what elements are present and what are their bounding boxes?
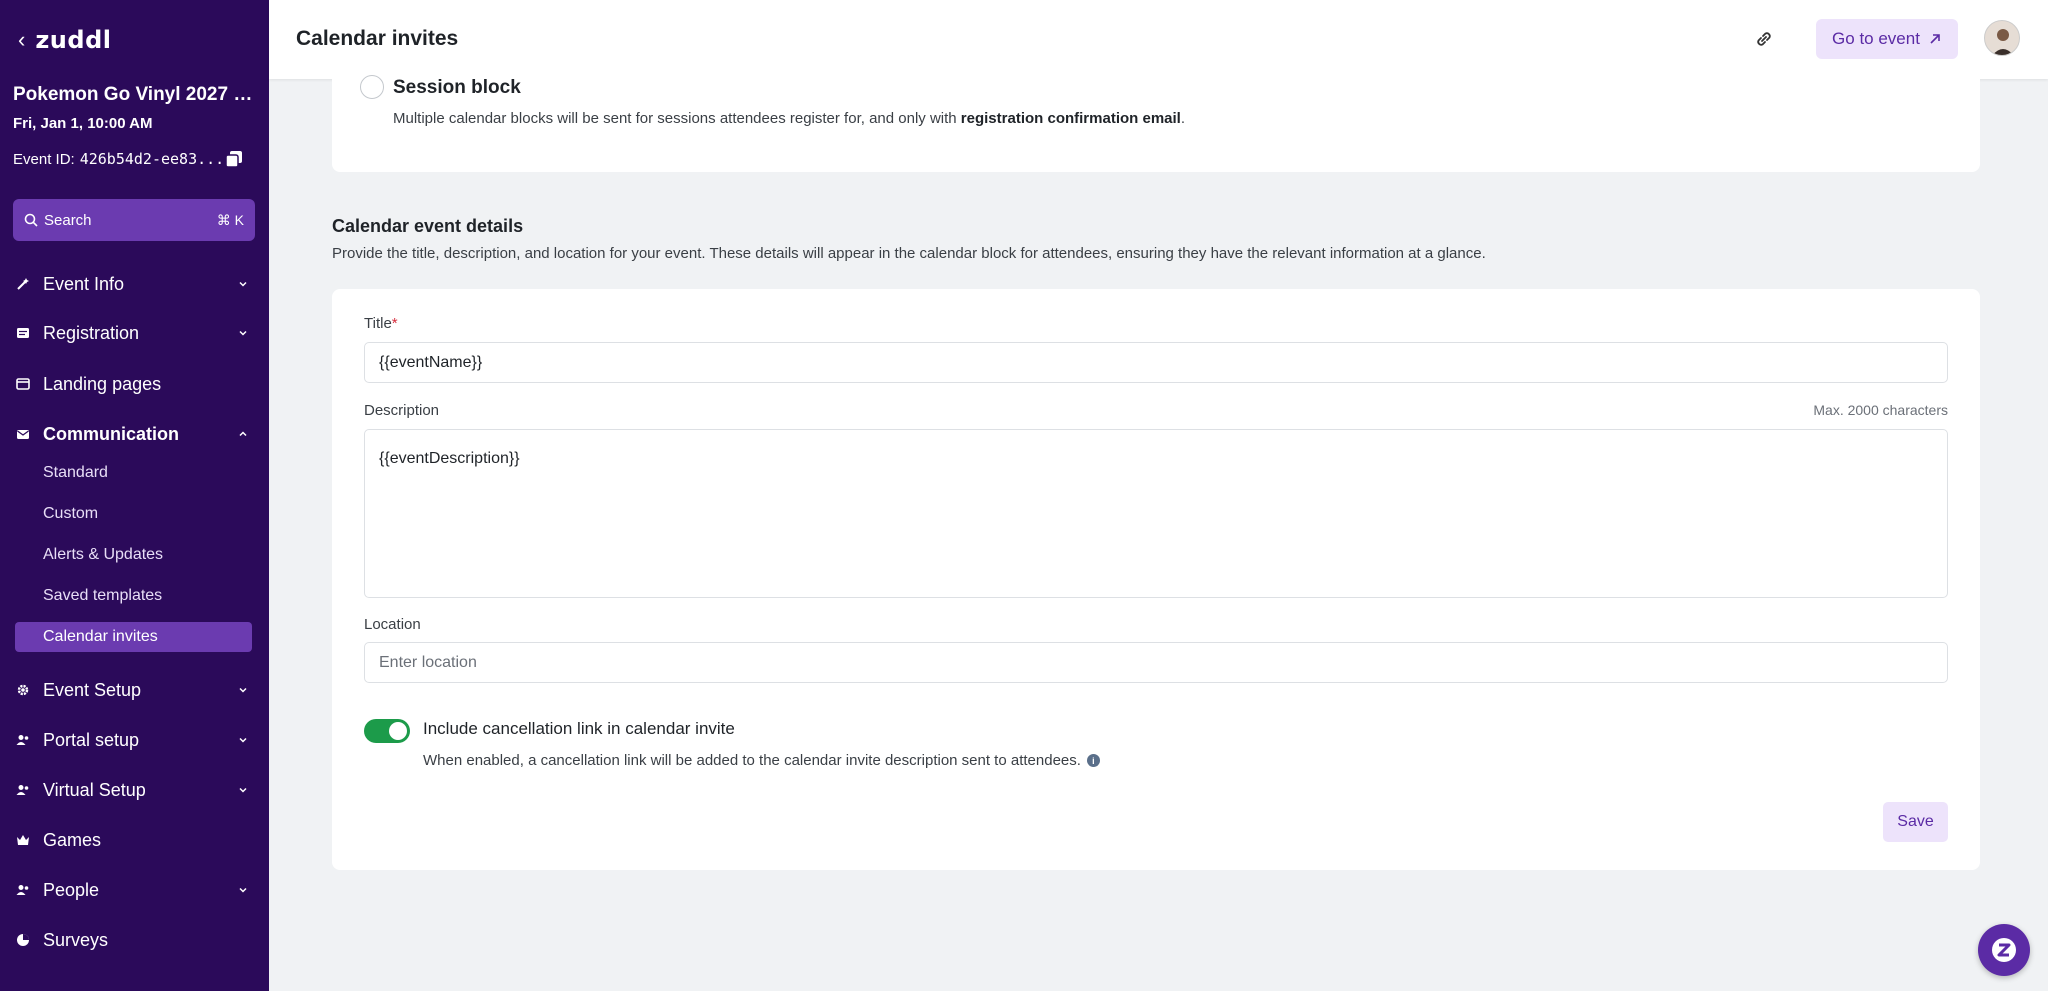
chevron-down-icon — [239, 281, 247, 287]
sub-item-alerts-updates[interactable]: Alerts & Updates — [43, 546, 163, 564]
event-id-label: Event ID: — [13, 150, 75, 168]
nav-label: Surveys — [43, 929, 109, 950]
chevron-down-icon — [239, 737, 247, 743]
zuddl-z-icon — [1992, 938, 2016, 962]
mail-icon — [15, 426, 31, 442]
info-icon[interactable]: i — [1086, 754, 1100, 767]
brand-logo: zuddl — [35, 26, 112, 54]
nav-label: Landing pages — [43, 373, 162, 394]
event-name: Pokemon Go Vinyl 2027 e... — [13, 84, 258, 105]
link-icon[interactable] — [1753, 28, 1775, 50]
search-shortcut: ⌘ K — [216, 211, 244, 228]
toggle-description: When enabled, a cancellation link will b… — [423, 752, 1100, 769]
toggle-description-text: When enabled, a cancellation link will b… — [423, 752, 1081, 769]
copy-icon[interactable] — [224, 149, 244, 169]
logo-row[interactable]: ‹ zuddl — [18, 26, 111, 54]
page-title: Calendar invites — [296, 27, 459, 50]
nav-label: Portal setup — [43, 729, 140, 750]
sub-item-saved-templates[interactable]: Saved templates — [43, 587, 162, 605]
nav-landing-pages[interactable]: Landing pages — [0, 364, 269, 404]
nav-virtual-setup[interactable]: Virtual Setup — [0, 770, 269, 810]
save-button[interactable]: Save — [1883, 802, 1948, 842]
sub-item-standard[interactable]: Standard — [43, 464, 108, 482]
nav-portal-setup[interactable]: Portal setup — [0, 720, 269, 760]
nav-games[interactable]: Games — [0, 820, 269, 860]
go-to-event-button[interactable]: Go to event — [1816, 19, 1958, 59]
nav-label: Virtual Setup — [43, 779, 146, 800]
chevron-down-icon — [239, 887, 247, 893]
sub-item-custom[interactable]: Custom — [43, 505, 98, 523]
session-desc-end: . — [1180, 110, 1186, 127]
cancellation-link-toggle[interactable] — [364, 719, 410, 743]
sub-item-calendar-invites[interactable]: Calendar invites — [43, 628, 158, 646]
description-value: {{eventDescription}} — [379, 450, 520, 467]
search-icon — [24, 213, 38, 227]
required-asterisk: * — [391, 315, 398, 332]
chevron-down-icon — [239, 787, 247, 793]
crown-icon — [15, 832, 31, 848]
title-value: {{eventName}} — [379, 353, 483, 371]
title-label: Title* — [364, 315, 398, 332]
users-icon — [15, 782, 31, 798]
session-block-radio[interactable] — [360, 75, 384, 99]
nav-label: Event Setup — [43, 679, 142, 700]
nav-label: Games — [43, 829, 102, 850]
nav-event-info[interactable]: Event Info — [0, 264, 269, 304]
nav-label: Registration — [43, 322, 140, 343]
event-id-value: 426b54d2-ee83... — [79, 150, 225, 168]
nav-event-setup[interactable]: Event Setup — [0, 670, 269, 710]
chevron-down-icon — [239, 687, 247, 693]
section-description: Provide the title, description, and loca… — [332, 245, 1486, 262]
chevron-down-icon — [239, 330, 247, 336]
session-block-description: Multiple calendar blocks will be sent fo… — [393, 110, 1185, 127]
toggle-knob — [389, 722, 407, 740]
session-desc-bold: registration confirmation email — [960, 110, 1181, 127]
session-block-title: Session block — [393, 77, 521, 98]
users-icon — [15, 732, 31, 748]
go-to-event-label: Go to event — [1832, 29, 1920, 48]
magic-wand-icon — [15, 276, 31, 292]
arrow-up-right-icon — [1930, 34, 1940, 44]
nav-people[interactable]: People — [0, 870, 269, 910]
description-max-chars: Max. 2000 characters — [1813, 402, 1948, 418]
nav-label: People — [43, 879, 100, 900]
title-input[interactable]: {{eventName}} — [364, 342, 1948, 383]
nav-label: Communication — [43, 423, 180, 444]
title-label-text: Title — [364, 315, 392, 332]
pie-chart-icon — [15, 932, 31, 948]
nav-communication[interactable]: Communication — [0, 414, 269, 454]
event-id: Event ID: 426b54d2-ee83... — [13, 150, 224, 168]
search-label: Search — [44, 211, 92, 229]
chevron-up-icon — [239, 431, 247, 437]
users-icon — [15, 882, 31, 898]
nav-registration[interactable]: Registration — [0, 313, 269, 353]
description-textarea[interactable]: {{eventDescription}} — [364, 429, 1948, 598]
nav-label: Event Info — [43, 273, 125, 294]
location-placeholder: Enter location — [379, 653, 477, 671]
nav-surveys[interactable]: Surveys — [0, 920, 269, 960]
form-icon — [15, 325, 31, 341]
back-chevron-icon[interactable]: ‹ — [18, 27, 25, 53]
help-chat-button[interactable] — [1978, 924, 2030, 976]
avatar[interactable] — [1984, 20, 2020, 56]
toggle-label: Include cancellation link in calendar in… — [423, 719, 735, 738]
sidebar: ‹ zuddl Pokemon Go Vinyl 2027 e... Fri, … — [0, 0, 269, 991]
session-desc-text: Multiple calendar blocks will be sent fo… — [393, 110, 961, 127]
browser-window-icon — [15, 376, 31, 392]
section-title: Calendar event details — [332, 216, 524, 236]
gear-icon — [15, 682, 31, 698]
description-label: Description — [364, 402, 440, 419]
event-date: Fri, Jan 1, 10:00 AM — [13, 115, 153, 132]
location-input[interactable]: Enter location — [364, 642, 1948, 683]
search-button[interactable]: Search ⌘ K — [13, 199, 255, 241]
location-label: Location — [364, 616, 421, 633]
